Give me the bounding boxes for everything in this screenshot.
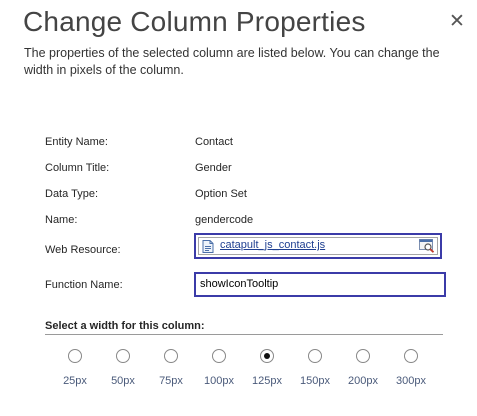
function-name-input[interactable]: showIconTooltip [194, 272, 446, 297]
name-value: gendercode [195, 214, 254, 226]
width-option-label: 300px [396, 375, 426, 387]
function-name-label: Function Name: [45, 279, 123, 291]
width-option-125[interactable]: 125px [247, 349, 287, 387]
width-option-150[interactable]: 150px [295, 349, 335, 387]
lookup-icon[interactable] [419, 239, 435, 253]
width-option-label: 125px [252, 375, 282, 387]
width-option-75[interactable]: 75px [151, 349, 191, 387]
radio-button[interactable] [308, 349, 322, 363]
width-option-50[interactable]: 50px [103, 349, 143, 387]
web-resource-lookup[interactable]: catapult_js_contact.js [194, 233, 442, 259]
web-resource-label: Web Resource: [45, 244, 121, 256]
radio-button[interactable] [68, 349, 82, 363]
data-type-value: Option Set [195, 188, 247, 200]
document-icon [202, 240, 214, 253]
column-title-value: Gender [195, 162, 232, 174]
width-option-300[interactable]: 300px [391, 349, 431, 387]
width-option-25[interactable]: 25px [55, 349, 95, 387]
radio-button[interactable] [404, 349, 418, 363]
name-label: Name: [45, 214, 78, 226]
web-resource-link[interactable]: catapult_js_contact.js [220, 239, 325, 251]
radio-button[interactable] [116, 349, 130, 363]
change-column-properties-dialog: Change Column Properties ✕ The propertie… [0, 0, 477, 416]
entity-name-label: Entity Name: [45, 136, 108, 148]
radio-button[interactable] [164, 349, 178, 363]
width-section-title: Select a width for this column: [45, 320, 205, 332]
radio-button-selected[interactable] [260, 349, 274, 363]
width-option-label: 25px [63, 375, 87, 387]
data-type-label: Data Type: [45, 188, 98, 200]
radio-button[interactable] [212, 349, 226, 363]
section-divider [45, 334, 443, 335]
width-option-label: 200px [348, 375, 378, 387]
radio-button[interactable] [356, 349, 370, 363]
width-option-label: 150px [300, 375, 330, 387]
width-option-label: 50px [111, 375, 135, 387]
web-resource-lookup-inner: catapult_js_contact.js [198, 237, 438, 255]
dialog-title: Change Column Properties [23, 6, 366, 37]
close-icon[interactable]: ✕ [448, 12, 466, 32]
width-option-100[interactable]: 100px [199, 349, 239, 387]
width-option-label: 100px [204, 375, 234, 387]
width-option-200[interactable]: 200px [343, 349, 383, 387]
entity-name-value: Contact [195, 136, 233, 148]
dialog-description: The properties of the selected column ar… [24, 46, 440, 77]
column-title-label: Column Title: [45, 162, 110, 174]
width-option-label: 75px [159, 375, 183, 387]
